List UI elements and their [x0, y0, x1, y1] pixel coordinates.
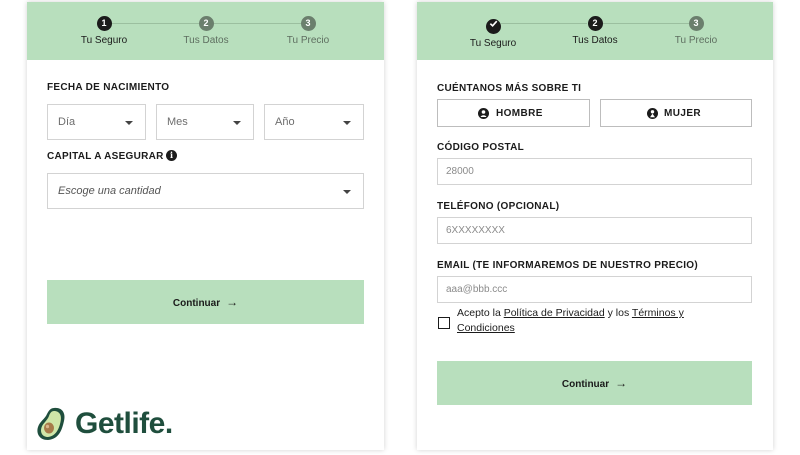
email-placeholder: aaa@bbb.ccc: [446, 284, 508, 295]
terms-prefix: Acepto la: [457, 307, 504, 319]
step-label: Tu Seguro: [80, 35, 128, 46]
female-label: MUJER: [664, 108, 702, 119]
step-label: Tus Datos: [572, 35, 618, 46]
step-complete-badge: [485, 19, 501, 34]
step-tu-precio: 3 Tu Precio: [656, 16, 736, 46]
female-person-icon: [647, 108, 658, 119]
step-tu-precio: 3 Tu Precio: [268, 16, 348, 46]
step-tu-seguro: Tu Seguro: [453, 16, 533, 49]
male-button[interactable]: HOMBRE: [437, 99, 590, 127]
birth-day-select[interactable]: Día: [47, 104, 146, 140]
progress-steps: 1 Tu Seguro 2 Tus Datos 3 Tu Precio: [27, 2, 384, 60]
phone-label: TELÉFONO (OPCIONAL): [437, 201, 560, 212]
terms-checkbox[interactable]: [438, 317, 450, 329]
insurance-form-card: 1 Tu Seguro 2 Tus Datos 3 Tu Precio FECH…: [27, 2, 384, 450]
info-icon[interactable]: i: [166, 150, 177, 161]
terms-middle: y los: [604, 307, 632, 319]
progress-steps: Tu Seguro 2 Tus Datos 3 Tu Precio: [417, 2, 773, 60]
birth-month-select[interactable]: Mes: [156, 104, 254, 140]
capital-amount-value: Escoge una cantidad: [58, 185, 161, 197]
getlife-logo: Getlife.: [35, 405, 190, 443]
birth-year-value: Año: [275, 116, 295, 128]
email-input[interactable]: aaa@bbb.ccc: [437, 276, 752, 303]
birth-month-value: Mes: [167, 116, 188, 128]
continue-button[interactable]: Continuar →: [437, 361, 752, 405]
continue-label: Continuar: [172, 298, 221, 309]
checkmark-icon: [489, 20, 497, 28]
step-label: Tu Precio: [674, 35, 718, 46]
step-number-badge: 3: [688, 16, 704, 31]
birth-date-label: FECHA DE NACIMIENTO: [47, 82, 170, 93]
step-label: Tu Precio: [286, 35, 330, 46]
birth-year-select[interactable]: Año: [264, 104, 364, 140]
arrow-right-icon: →: [615, 376, 628, 390]
postal-code-placeholder: 28000: [446, 166, 474, 177]
postal-code-label: CÓDIGO POSTAL: [437, 142, 525, 153]
male-label: HOMBRE: [496, 108, 543, 119]
step-tus-datos: 2 Tus Datos: [166, 16, 246, 46]
terms-text: Acepto la Política de Privacidad y los T…: [457, 306, 717, 336]
privacy-policy-link[interactable]: Política de Privacidad: [504, 307, 605, 319]
step-tu-seguro: 1 Tu Seguro: [64, 16, 144, 46]
avocado-icon: [37, 407, 65, 440]
chevron-down-icon: [233, 121, 241, 125]
step-label: Tu Seguro: [469, 38, 517, 49]
personal-data-card: Tu Seguro 2 Tus Datos 3 Tu Precio CUÉNTA…: [417, 2, 773, 450]
female-button[interactable]: MUJER: [600, 99, 752, 127]
step-number-badge: 2: [587, 16, 603, 31]
chevron-down-icon: [125, 121, 133, 125]
step-number-badge: 3: [300, 16, 316, 31]
chevron-down-icon: [343, 190, 351, 194]
chevron-down-icon: [343, 121, 351, 125]
postal-code-input[interactable]: 28000: [437, 158, 752, 185]
brand-name: Getlife.: [75, 407, 173, 440]
male-person-icon: [478, 108, 489, 119]
capital-label: CAPITAL A ASEGURAR: [47, 151, 164, 162]
capital-amount-select[interactable]: Escoge una cantidad: [47, 173, 364, 209]
birth-day-value: Día: [58, 116, 76, 128]
step-number-badge: 1: [96, 16, 112, 31]
step-tus-datos: 2 Tus Datos: [555, 16, 635, 46]
continue-button[interactable]: Continuar →: [47, 280, 364, 324]
email-label: EMAIL (TE INFORMAREMOS DE NUESTRO PRECIO…: [437, 260, 699, 271]
arrow-right-icon: →: [226, 295, 239, 309]
step-label: Tus Datos: [183, 35, 229, 46]
phone-placeholder: 6XXXXXXXX: [446, 225, 505, 236]
phone-input[interactable]: 6XXXXXXXX: [437, 217, 752, 244]
continue-label: Continuar: [561, 379, 610, 390]
step-number-badge: 2: [198, 16, 214, 31]
about-you-label: CUÉNTANOS MÁS SOBRE TI: [437, 83, 582, 94]
